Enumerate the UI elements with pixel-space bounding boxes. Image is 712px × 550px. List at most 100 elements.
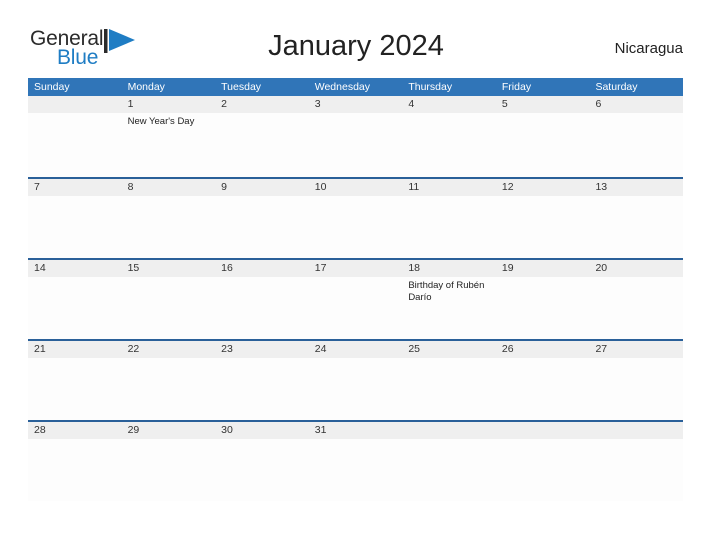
week-row: 28 29 30 31 <box>28 420 684 501</box>
weekday-header-wednesday: Wednesday <box>314 81 370 93</box>
day-events <box>402 439 496 442</box>
day-number: 4 <box>408 98 415 110</box>
week-row: 1 New Year's Day 2 3 4 5 6 <box>28 96 684 177</box>
day-number: 7 <box>34 181 40 193</box>
day-number-band: 8 <box>121 179 216 196</box>
day-number-band <box>589 422 684 439</box>
day-number: 19 <box>501 262 514 274</box>
day-number-band: 21 <box>28 341 122 358</box>
day-cell[interactable]: 19 <box>495 260 590 339</box>
page-title: January 2024 <box>268 30 444 62</box>
day-cell[interactable]: 24 <box>308 341 403 420</box>
day-cell[interactable]: 3 <box>308 96 403 177</box>
event-label: Birthday of Rubén Darío <box>408 280 485 303</box>
day-events <box>589 439 683 442</box>
day-events <box>28 113 122 116</box>
weekday-header-tuesday: Tuesday <box>221 81 262 93</box>
day-number-band: 15 <box>121 260 216 277</box>
day-cell[interactable]: 16 <box>215 260 309 339</box>
day-cell[interactable]: 2 <box>215 96 309 177</box>
day-number-band: 30 <box>215 422 309 439</box>
day-cell[interactable]: 12 <box>495 179 590 258</box>
week-row: 7 8 9 10 11 12 13 <box>28 177 684 258</box>
day-cell[interactable]: 26 <box>495 341 590 420</box>
day-number-band: 19 <box>495 260 590 277</box>
day-events <box>122 196 216 199</box>
day-number: 13 <box>595 181 608 193</box>
day-cell[interactable]: 14 <box>28 260 122 339</box>
day-cell[interactable]: 23 <box>215 341 309 420</box>
day-events <box>402 358 496 361</box>
day-cell[interactable]: 4 <box>402 96 496 177</box>
day-events <box>215 439 309 442</box>
day-number-band: 24 <box>308 341 403 358</box>
day-number-band: 23 <box>215 341 309 358</box>
day-events <box>589 358 683 361</box>
day-number: 18 <box>408 262 420 274</box>
day-number: 15 <box>127 262 140 274</box>
day-cell[interactable]: 27 <box>589 341 684 420</box>
day-cell[interactable]: 6 <box>589 96 684 177</box>
day-events <box>215 196 309 199</box>
day-cell[interactable]: 21 <box>28 341 122 420</box>
day-number-band: 26 <box>495 341 590 358</box>
day-number: 9 <box>221 181 227 193</box>
day-cell[interactable]: 25 <box>402 341 496 420</box>
day-events <box>215 277 309 280</box>
day-number-band: 22 <box>121 341 216 358</box>
day-number: 25 <box>408 343 420 355</box>
day-cell[interactable]: 29 <box>121 422 216 501</box>
day-events <box>28 196 122 199</box>
day-cell[interactable]: 18 Birthday of Rubén Darío <box>402 260 496 339</box>
day-number: 2 <box>221 98 227 110</box>
day-cell[interactable] <box>28 96 122 177</box>
day-events <box>122 358 216 361</box>
day-cell[interactable]: 31 <box>308 422 403 501</box>
day-cell[interactable] <box>495 422 590 501</box>
day-number-band: 5 <box>495 96 590 113</box>
day-cell[interactable]: 17 <box>308 260 403 339</box>
day-cell[interactable]: 5 <box>495 96 590 177</box>
day-cell[interactable]: 10 <box>308 179 403 258</box>
day-events <box>496 196 590 199</box>
day-number-band: 10 <box>308 179 403 196</box>
calendar-grid: Sunday Monday Tuesday Wednesday Thursday… <box>28 78 684 501</box>
day-cell[interactable]: 9 <box>215 179 309 258</box>
day-number-band: 3 <box>308 96 403 113</box>
region-label: Nicaragua <box>614 40 683 57</box>
day-events <box>496 277 590 280</box>
day-number: 26 <box>501 343 514 355</box>
day-cell[interactable]: 30 <box>215 422 309 501</box>
day-cell[interactable]: 20 <box>589 260 684 339</box>
day-cell[interactable]: 28 <box>28 422 122 501</box>
day-events <box>309 113 403 116</box>
day-cell[interactable]: 22 <box>121 341 216 420</box>
day-events <box>496 358 590 361</box>
day-cell[interactable] <box>402 422 496 501</box>
day-number: 24 <box>314 343 327 355</box>
day-events <box>589 113 683 116</box>
day-cell[interactable]: 11 <box>402 179 496 258</box>
weekday-header-thursday: Thursday <box>408 81 453 93</box>
event-label: New Year's Day <box>127 116 195 127</box>
day-cell[interactable]: 7 <box>28 179 122 258</box>
day-events <box>215 358 309 361</box>
day-number-band: 18 <box>402 260 496 277</box>
day-cell[interactable] <box>589 422 684 501</box>
day-cell[interactable]: 8 <box>121 179 216 258</box>
day-number: 5 <box>501 98 508 110</box>
day-number: 11 <box>408 181 420 193</box>
day-events <box>589 277 683 280</box>
day-number-band: 13 <box>589 179 684 196</box>
day-events <box>309 196 403 199</box>
day-number-band <box>495 422 590 439</box>
day-number-band: 27 <box>589 341 684 358</box>
day-number-band: 29 <box>121 422 216 439</box>
day-number: 29 <box>127 424 140 436</box>
day-cell[interactable]: 15 <box>121 260 216 339</box>
day-number: 28 <box>34 424 46 436</box>
day-cell[interactable]: 13 <box>589 179 684 258</box>
day-number: 8 <box>127 181 134 193</box>
day-events <box>28 358 122 361</box>
day-cell[interactable]: 1 New Year's Day <box>121 96 216 177</box>
